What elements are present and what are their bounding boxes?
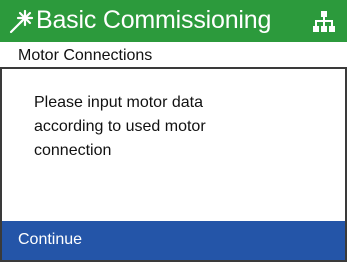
wizard-wand-icon — [8, 8, 34, 34]
message-line: connection — [34, 142, 112, 159]
instruction-message: Please input motor data according to use… — [34, 91, 314, 163]
continue-label: Continue — [18, 231, 83, 248]
page-title: Basic Commissioning — [36, 6, 272, 34]
section-header: Motor Connections — [0, 42, 347, 69]
content-panel: Please input motor data according to use… — [0, 69, 347, 262]
device-tree-icon[interactable] — [313, 10, 335, 32]
section-title: Motor Connections — [18, 47, 153, 64]
message-line: Please input motor data — [34, 94, 203, 111]
continue-button[interactable]: Continue — [2, 221, 345, 260]
message-line: according to used motor — [34, 118, 206, 135]
title-bar: Basic Commissioning — [0, 0, 347, 42]
